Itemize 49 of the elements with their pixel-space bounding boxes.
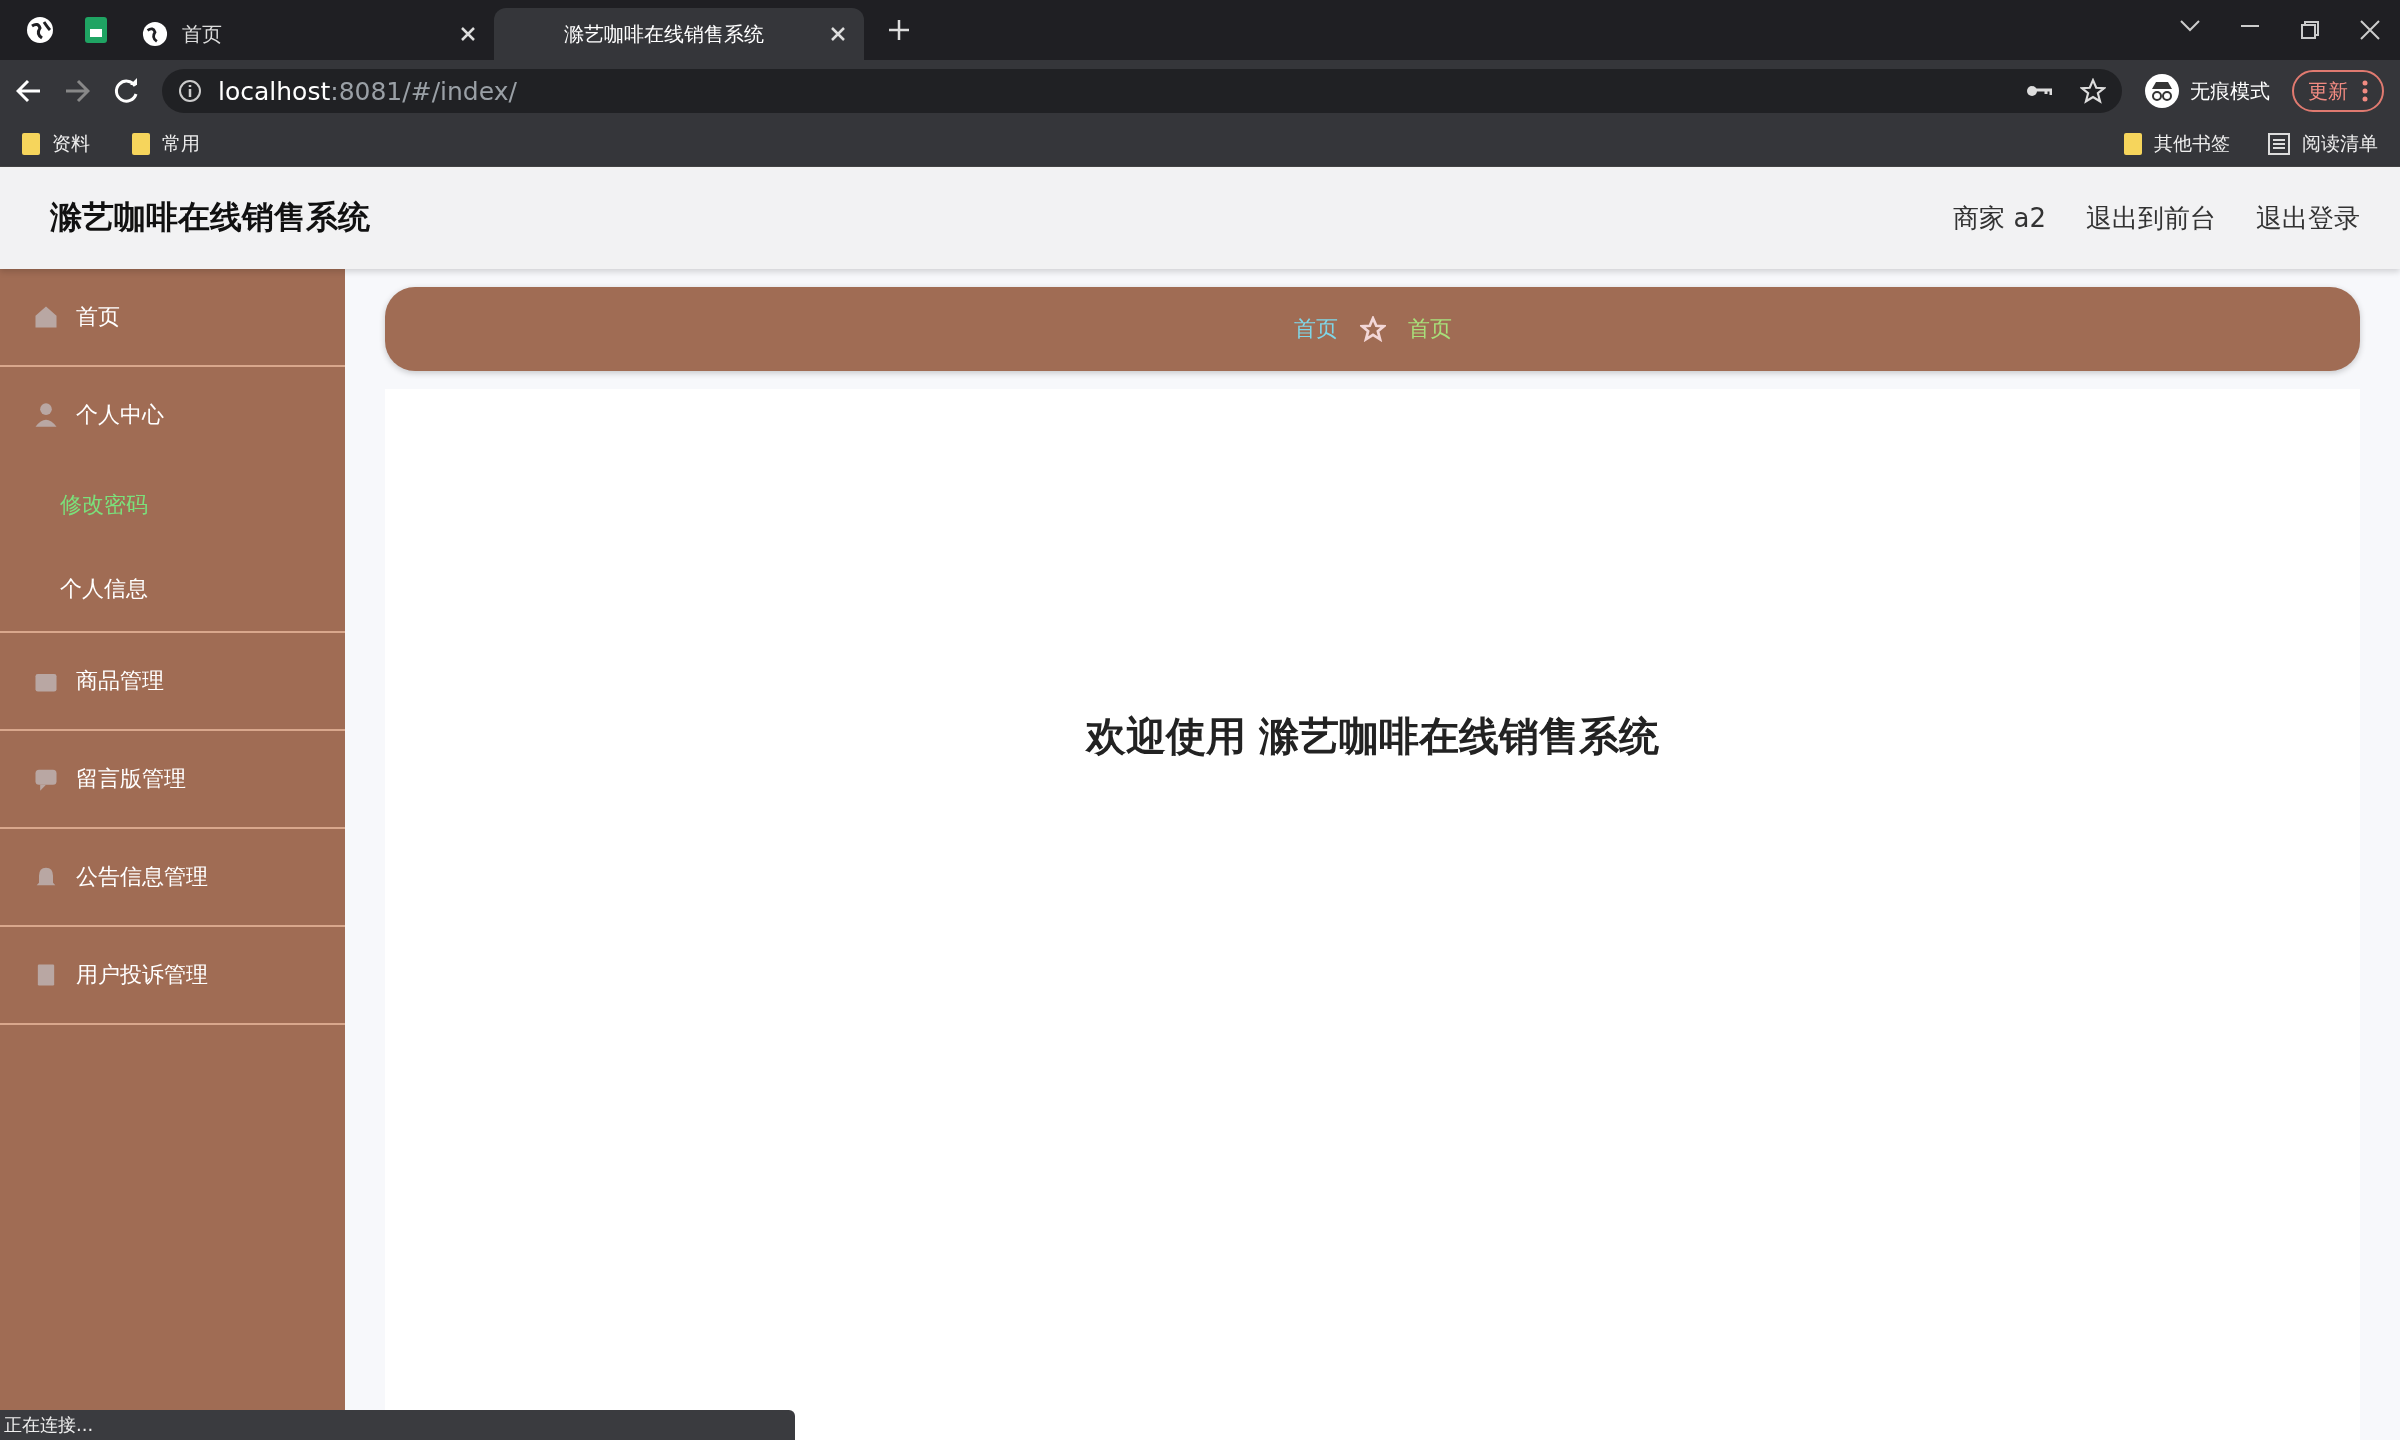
more-icon bbox=[2362, 80, 2368, 102]
welcome-heading: 欢迎使用 滁艺咖啡在线销售系统 bbox=[1085, 712, 1660, 761]
incognito-icon bbox=[2144, 73, 2180, 109]
bookmark-folder[interactable]: 资料 bbox=[16, 130, 96, 158]
breadcrumb-link[interactable]: 首页 bbox=[1293, 314, 1338, 344]
close-icon[interactable] bbox=[2360, 20, 2380, 40]
close-icon[interactable] bbox=[460, 26, 476, 42]
sidebar-subitem[interactable]: 修改密码 bbox=[0, 463, 345, 547]
back-arrow-icon[interactable] bbox=[16, 79, 42, 103]
sidebar-item[interactable]: 首页 bbox=[0, 269, 345, 365]
browser-tab[interactable]: 滁艺咖啡在线销售系统 bbox=[494, 8, 864, 60]
reload-icon[interactable] bbox=[112, 77, 140, 105]
bookmark-folder[interactable]: 其他书签 bbox=[2118, 130, 2236, 158]
folder-icon bbox=[22, 133, 40, 155]
sidebar-item[interactable]: 公告信息管理 bbox=[0, 829, 345, 925]
header-link[interactable]: 退出登录 bbox=[2256, 200, 2360, 236]
key-icon[interactable] bbox=[2026, 84, 2052, 98]
site-title: 滁艺咖啡在线销售系统 bbox=[50, 197, 370, 238]
sidebar-item[interactable]: 个人中心 bbox=[0, 367, 345, 463]
folder-icon bbox=[2124, 133, 2142, 155]
header-link[interactable]: 退出到前台 bbox=[2086, 200, 2216, 236]
chevron-down-icon[interactable] bbox=[2180, 20, 2200, 32]
incognito-label: 无痕模式 bbox=[2190, 77, 2270, 105]
star-icon bbox=[1359, 316, 1386, 342]
folder-icon bbox=[132, 133, 150, 155]
sidebar-item[interactable]: 用户投诉管理 bbox=[0, 927, 345, 1023]
close-icon[interactable] bbox=[830, 26, 846, 42]
forward-arrow-icon[interactable] bbox=[64, 79, 90, 103]
info-icon bbox=[178, 79, 202, 103]
browser-tab[interactable]: 首页 bbox=[124, 8, 494, 60]
sidebar-item[interactable]: 留言版管理 bbox=[0, 731, 345, 827]
reading-list-icon bbox=[2268, 133, 2290, 155]
star-icon[interactable] bbox=[2080, 78, 2106, 104]
tab-title: 首页 bbox=[182, 20, 223, 48]
bookmark-folder[interactable]: 常用 bbox=[126, 130, 206, 158]
restore-icon[interactable] bbox=[2300, 20, 2320, 40]
user-label: 商家 a2 bbox=[1953, 201, 2046, 235]
address-field[interactable]: localhost:8081/#/index/ bbox=[162, 69, 2122, 113]
globe-icon bbox=[142, 21, 168, 47]
status-bar: 正在连接... bbox=[0, 1410, 795, 1440]
sidebar-subitem[interactable]: 个人信息 bbox=[0, 547, 345, 631]
update-button[interactable]: 更新 bbox=[2292, 70, 2384, 112]
tab-title: 滁艺咖啡在线销售系统 bbox=[563, 20, 765, 48]
sheet-icon bbox=[85, 17, 107, 43]
breadcrumb-link[interactable]: 首页 bbox=[1407, 314, 1452, 344]
globe-icon bbox=[26, 16, 54, 44]
sidebar-item[interactable]: 商品管理 bbox=[0, 633, 345, 729]
new-tab-icon[interactable] bbox=[888, 19, 910, 41]
bookmark-folder[interactable]: 阅读清单 bbox=[2262, 130, 2384, 158]
